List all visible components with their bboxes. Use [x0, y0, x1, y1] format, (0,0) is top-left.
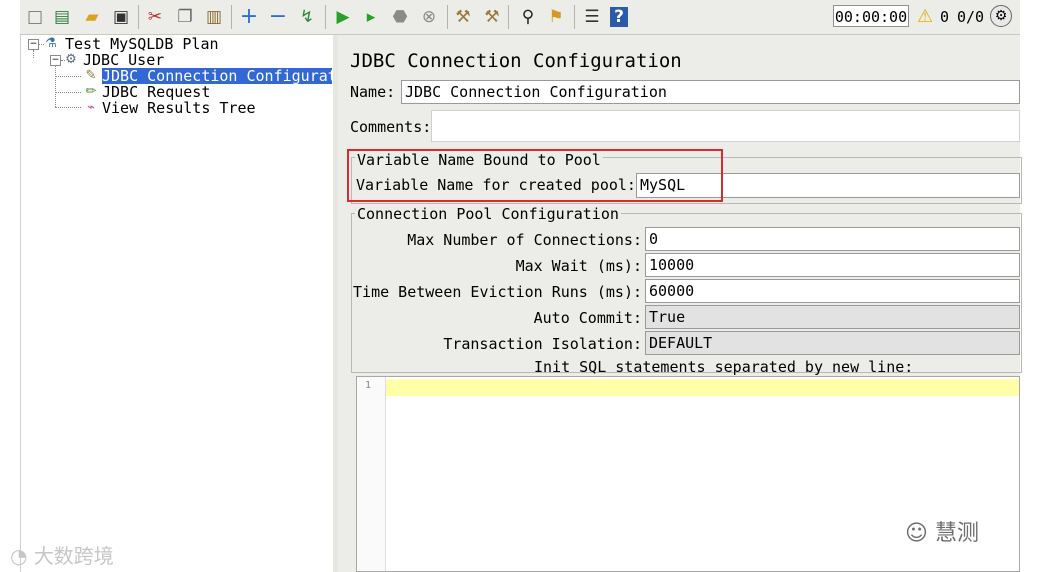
tree-connector — [33, 50, 34, 58]
wechat-icon: ☺ — [905, 521, 928, 546]
warning-icon[interactable]: ⚠ — [917, 6, 933, 27]
watermark-wechat-account: ☺ 慧测 — [905, 515, 979, 547]
init-sql-label: Init SQL statements separated by new lin… — [534, 358, 914, 376]
toolbar-separator — [447, 5, 448, 29]
search-icon[interactable]: ⚲ — [517, 6, 539, 28]
listener-icon: ⌁ — [87, 100, 95, 115]
chat-bubble-icon: ◔ — [10, 544, 28, 568]
toolbar-separator — [508, 5, 509, 29]
comments-label: Comments: — [350, 118, 432, 136]
function-helper-icon[interactable]: ☰ — [581, 6, 603, 28]
eviction-runs-field[interactable]: 60000 — [645, 279, 1020, 303]
connection-pool-group-title: Connection Pool Configuration — [355, 205, 621, 223]
config-element-icon: ✎ — [85, 68, 97, 83]
name-field[interactable]: JDBC Connection Configuration — [401, 80, 1020, 104]
paste-icon[interactable]: ▥ — [203, 6, 225, 28]
name-label: Name: — [350, 83, 396, 101]
collapse-toggle[interactable]: − — [28, 39, 39, 50]
page-title: JDBC Connection Configuration — [350, 50, 682, 72]
watermark-right-text: 慧测 — [934, 521, 979, 546]
tree-connector — [55, 107, 81, 108]
eviction-runs-label: Time Between Eviction Runs (ms): — [353, 283, 642, 301]
max-connections-label: Max Number of Connections: — [407, 231, 642, 249]
tree-item-test-plan[interactable]: Test MySQLDB Plan — [65, 36, 219, 52]
thread-group-icon: ⚙ — [65, 52, 77, 67]
copy-icon[interactable]: ❐ — [174, 6, 196, 28]
tree-item-view-results-tree[interactable]: View Results Tree — [102, 100, 256, 116]
comments-field[interactable] — [431, 110, 1020, 142]
remote-gear-icon[interactable]: ⚙ — [990, 5, 1012, 27]
elapsed-timer: 00:00:00 — [833, 5, 909, 27]
current-line-highlight — [386, 379, 1019, 396]
collapse-toggle[interactable]: − — [50, 55, 61, 66]
tree-connector — [55, 76, 81, 77]
cut-icon[interactable]: ✂ — [144, 6, 166, 28]
highlight-annotation-box — [347, 149, 723, 202]
clear-all-icon[interactable]: ⚒ — [481, 6, 503, 28]
tree-connector — [55, 66, 56, 107]
tree-item-jdbc-request[interactable]: JDBC Request — [102, 84, 210, 100]
sampler-icon: ✏ — [85, 84, 97, 99]
reset-search-icon[interactable]: ⚑ — [545, 6, 567, 28]
tree-connector — [55, 92, 81, 93]
max-connections-field[interactable]: 0 — [645, 227, 1020, 251]
toolbar-separator — [138, 5, 139, 29]
line-number-gutter: 1 — [357, 377, 386, 571]
toggle-icon[interactable]: ↯ — [296, 6, 318, 28]
new-icon[interactable]: □ — [24, 6, 46, 28]
toolbar: □ ▤ ▰ ▣ ✂ ❐ ▥ + − ↯ ▶ ▸ ⬣ ⊗ ⚒ ⚒ ⚲ ⚑ ☰ ? … — [20, 0, 1020, 35]
toolbar-separator — [325, 5, 326, 29]
auto-commit-select[interactable]: True — [645, 305, 1020, 329]
max-wait-label: Max Wait (ms): — [515, 257, 642, 275]
toolbar-separator — [574, 5, 575, 29]
transaction-isolation-label: Transaction Isolation: — [443, 335, 642, 353]
active-threads-ratio: 0/0 — [957, 8, 985, 26]
stop-icon[interactable]: ⬣ — [389, 6, 411, 28]
shutdown-icon[interactable]: ⊗ — [418, 6, 440, 28]
test-plan-icon: ⚗ — [45, 36, 57, 51]
clear-icon[interactable]: ⚒ — [452, 6, 474, 28]
tree-item-jdbc-user[interactable]: JDBC User — [83, 52, 164, 68]
templates-icon[interactable]: ▤ — [51, 6, 73, 28]
expand-icon[interactable]: + — [238, 6, 260, 28]
transaction-isolation-select[interactable]: DEFAULT — [645, 331, 1020, 355]
line-number: 1 — [365, 380, 372, 391]
watermark-left-text: 大数跨境 — [33, 544, 114, 568]
collapse-icon[interactable]: − — [267, 6, 289, 28]
max-wait-field[interactable]: 10000 — [645, 253, 1020, 277]
save-icon[interactable]: ▣ — [110, 6, 132, 28]
tree-item-jdbc-connection-config[interactable]: JDBC Connection Configurati — [101, 67, 333, 85]
warning-count: 0 — [940, 8, 950, 26]
open-icon[interactable]: ▰ — [81, 6, 103, 28]
help-icon[interactable]: ? — [610, 7, 628, 27]
start-icon[interactable]: ▶ — [332, 6, 354, 28]
watermark-channel: ◔ 大数跨境 — [10, 540, 114, 569]
auto-commit-label: Auto Commit: — [533, 309, 642, 327]
toolbar-separator — [231, 5, 232, 29]
test-plan-tree: − ⚗ Test MySQLDB Plan − ⚙ JDBC User ✎ JD… — [20, 35, 334, 572]
start-no-pause-icon[interactable]: ▸ — [360, 6, 382, 28]
